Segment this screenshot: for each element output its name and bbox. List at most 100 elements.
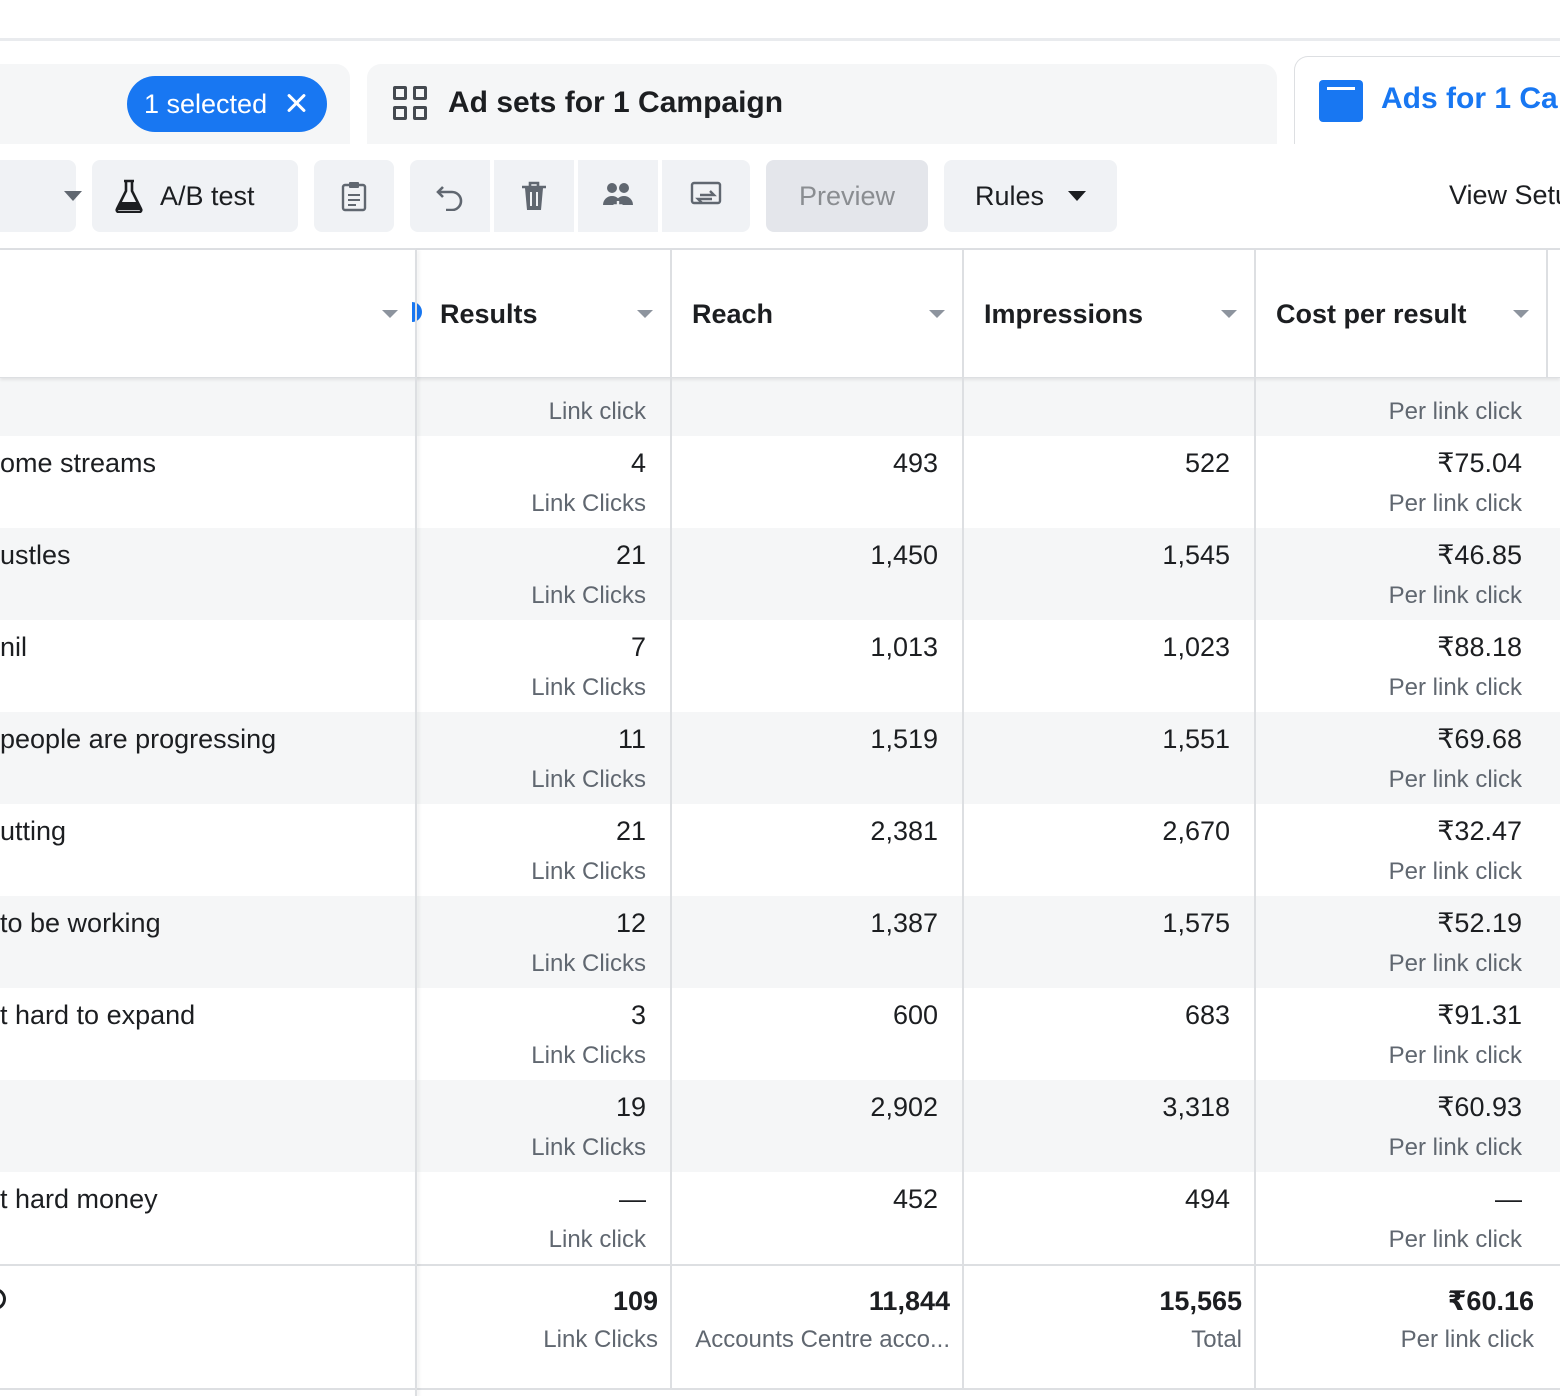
reach-value: 493 [892,448,938,478]
impressions-cell: 1,551 [963,712,1255,804]
sort-icon[interactable] [382,310,398,318]
ad-name[interactable]: t hard money [0,1184,158,1214]
impressions-value: 522 [1184,448,1230,478]
toolbar: A/B test Preview Rules View Setu [0,144,1560,248]
share-arrows-icon [690,181,722,205]
column-header-name[interactable] [0,250,416,378]
ad-name-cell[interactable]: ustles [0,528,416,620]
table-row[interactable]: people are progressing 11 Link Clicks 1,519… [0,712,1560,804]
create-dropdown-button[interactable] [0,160,82,232]
ad-name[interactable]: utting [0,816,66,846]
results-value: 21 [615,540,646,570]
ad-name-cell[interactable]: people are progressing [0,712,416,804]
sort-icon[interactable] [637,310,653,318]
ad-name-cell[interactable]: utting [0,804,416,896]
export-button[interactable] [662,160,750,232]
ad-name-cell[interactable]: ome streams [0,436,416,528]
ad-name-cell[interactable]: nil [0,620,416,712]
totals-row: 109 Link Clicks 11,844 Accounts Centre a… [0,1264,1560,1394]
ad-name-cell[interactable] [0,1080,416,1172]
column-header-cost-per-result[interactable]: Cost per result [1255,250,1547,378]
reach-value: 1,519 [870,724,938,754]
table-row[interactable]: ustles 21 Link Clicks 1,450 1,545 ₹46.85 Per l… [0,528,1560,620]
column-header-impressions[interactable]: Impressions [963,250,1255,378]
ad-name[interactable]: people are progressing [0,724,276,754]
column-header-results[interactable]: Results [416,250,671,378]
ad-name-cell[interactable]: t hard to expand [0,988,416,1080]
results-cell: 11 Link Clicks [416,712,671,804]
ab-test-button[interactable]: A/B test [92,160,298,232]
close-icon[interactable] [283,90,309,116]
rules-button[interactable]: Rules [944,160,1117,232]
delete-button[interactable] [494,160,574,232]
reach-cell: 2,381 [671,804,963,896]
impressions-cell: 494 [963,1172,1255,1264]
ab-test-label: A/B test [160,180,255,211]
audience-button[interactable] [578,160,658,232]
cpr-value: ₹75.04 [1437,448,1522,478]
grid-icon [393,86,429,122]
results-sub: Link Clicks [531,1042,646,1069]
preview-label: Preview [798,180,896,211]
table-row[interactable]: t hard to expand 3 Link Clicks 600 683 ₹91.31… [0,988,1560,1080]
level-tabs: 1 selected Ad sets for 1 Campaign Ads fo… [0,0,1560,148]
column-header-reach[interactable]: Reach [671,250,963,378]
ad-name[interactable]: nil [0,632,27,662]
results-cell: 12 Link Clicks [416,896,671,988]
ad-name[interactable]: ustles [0,540,71,570]
ad-name[interactable]: ome streams [0,448,156,478]
reach-cell: 1,450 [671,528,963,620]
sort-icon[interactable] [929,310,945,318]
impressions-cell: 2,670 [963,804,1255,896]
ad-name-cell[interactable]: t hard money [0,1172,416,1264]
reach-cell: 1,013 [671,620,963,712]
impressions-cell: 1,545 [963,528,1255,620]
table-row[interactable]: nil 7 Link Clicks 1,013 1,023 ₹88.18 Per link … [0,620,1560,712]
reach-value: 1,013 [870,632,938,662]
reach-value: 600 [892,1000,938,1030]
column-divider [415,250,417,1396]
tab-ad-sets-label: Ad sets for 1 Campaign [448,86,784,119]
ad-window-icon [1319,80,1363,122]
ad-name[interactable]: to be working [0,908,161,938]
undo-icon [436,186,463,211]
sort-icon[interactable] [1513,310,1529,318]
impressions-cell: 3,318 [963,1080,1255,1172]
results-sub: Link Clicks [531,950,646,977]
cpr-sub: Per link click [1388,490,1522,517]
impressions-value: 2,670 [1162,816,1230,846]
results-cell: 21 Link Clicks [416,528,671,620]
impressions-value: 1,545 [1162,540,1230,570]
column-header-label: Cost per result [1276,298,1467,329]
table-row[interactable]: ome streams 4 Link Clicks 493 522 ₹75.04 Per l… [0,436,1560,528]
impressions-value: 1,023 [1162,632,1230,662]
duplicate-button[interactable] [314,160,394,232]
sort-icon[interactable] [1221,310,1237,318]
view-setup-link[interactable]: View Setu [1449,180,1560,211]
table-header: Results Reach Impressions Cost per resul… [0,250,1560,378]
column-header-label: Results [440,298,538,329]
reach-cell: 2,902 [671,1080,963,1172]
selected-chip[interactable]: 1 selected [127,76,327,132]
preview-button[interactable]: Preview [766,160,928,232]
table-row[interactable]: to be working 12 Link Clicks 1,387 1,575 ₹52.… [0,896,1560,988]
table-row[interactable]: t hard money — Link click 452 494 — Per link c… [0,1172,1560,1264]
impressions-value: 3,318 [1162,1092,1230,1122]
ad-name[interactable]: t hard to expand [0,1000,195,1030]
impressions-value: 1,551 [1162,724,1230,754]
results-sub: Link Clicks [531,674,646,701]
ad-name-cell[interactable]: to be working [0,896,416,988]
reach-value: 1,450 [870,540,938,570]
table-row[interactable]: 19 Link Clicks 2,902 3,318 ₹60.93 Per link cl… [0,1080,1560,1172]
table-row[interactable]: utting 21 Link Clicks 2,381 2,670 ₹32.47 Per l… [0,804,1560,896]
results-total-cell: 109 Link Clicks [416,1266,671,1358]
impressions-cell: 1,023 [963,620,1255,712]
cpr-total-sub: Per link click [1400,1326,1534,1353]
reach-total-cell: 11,844 Accounts Centre acco... [671,1266,963,1358]
reach-cell: 1,519 [671,712,963,804]
impressions-total-sub: Total [1191,1326,1242,1353]
undo-button[interactable] [410,160,490,232]
divider [0,38,1560,41]
results-cell: 4 Link Clicks [416,436,671,528]
cost-per-result-cell: ₹60.93 Per link click [1255,1080,1547,1172]
